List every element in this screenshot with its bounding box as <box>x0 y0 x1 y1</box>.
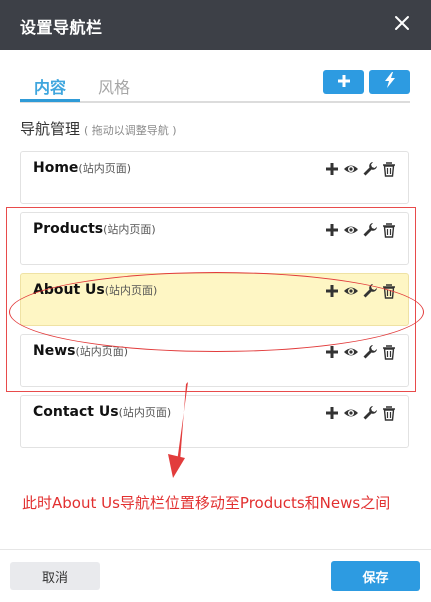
section-title-text: 导航管理 <box>20 120 81 138</box>
save-button[interactable]: 保存 <box>331 561 420 591</box>
trash-icon[interactable] <box>381 161 397 177</box>
nav-item-actions <box>324 161 397 177</box>
section-hint: ( 拖动以调整导航 ) <box>84 124 177 137</box>
nav-item-actions <box>324 405 397 421</box>
tab-style[interactable]: 风格 <box>98 74 130 98</box>
annotation-text: 此时About Us导航栏位置移动至Products和News之间 <box>22 494 391 512</box>
nav-item-home[interactable]: Home(站内页面) <box>20 151 409 204</box>
plus-icon[interactable] <box>324 161 340 177</box>
plus-icon <box>337 73 351 92</box>
cancel-button[interactable]: 取消 <box>10 562 100 590</box>
section-title: 导航管理( 拖动以调整导航 ) <box>20 118 177 139</box>
annotation-arrow-icon <box>168 382 188 478</box>
nav-item-title: Contact Us(站内页面) <box>33 404 171 420</box>
lightning-icon <box>384 72 396 92</box>
nav-item-type: (站内页面) <box>78 162 132 175</box>
nav-item-name: Contact Us <box>33 404 119 420</box>
nav-item-contact-us[interactable]: Contact Us(站内页面) <box>20 395 409 448</box>
annotation-ellipse <box>9 272 424 352</box>
close-icon[interactable] <box>393 14 411 32</box>
quick-action-button[interactable] <box>369 70 410 94</box>
eye-icon[interactable] <box>343 161 359 177</box>
trash-icon[interactable] <box>381 405 397 421</box>
dialog-titlebar: 设置导航栏 <box>0 0 431 50</box>
nav-item-name: Home <box>33 160 79 176</box>
add-nav-button[interactable] <box>323 70 364 94</box>
nav-item-title: Home(站内页面) <box>33 160 131 176</box>
plus-icon[interactable] <box>324 405 340 421</box>
eye-icon[interactable] <box>343 405 359 421</box>
wrench-icon[interactable] <box>362 161 378 177</box>
wrench-icon[interactable] <box>362 405 378 421</box>
dialog-title: 设置导航栏 <box>20 18 103 37</box>
dialog-footer: 取消 保存 <box>0 549 431 602</box>
tab-content[interactable]: 内容 <box>20 74 80 102</box>
